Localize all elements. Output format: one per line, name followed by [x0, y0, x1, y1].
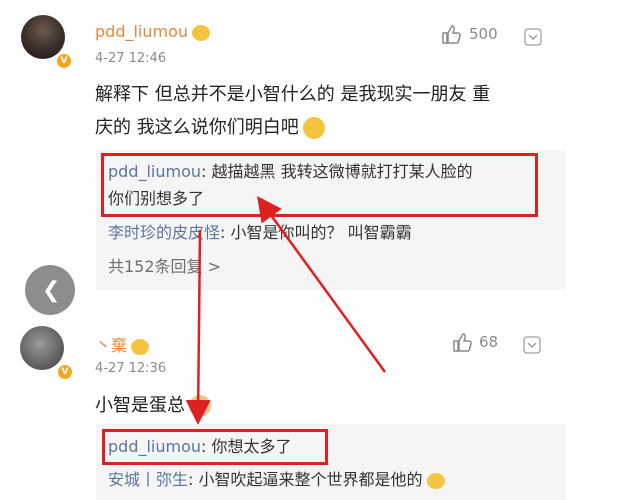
- arrow-up: [257, 195, 387, 373]
- annotation-arrows: [185, 195, 387, 425]
- arrow-down: [185, 229, 211, 425]
